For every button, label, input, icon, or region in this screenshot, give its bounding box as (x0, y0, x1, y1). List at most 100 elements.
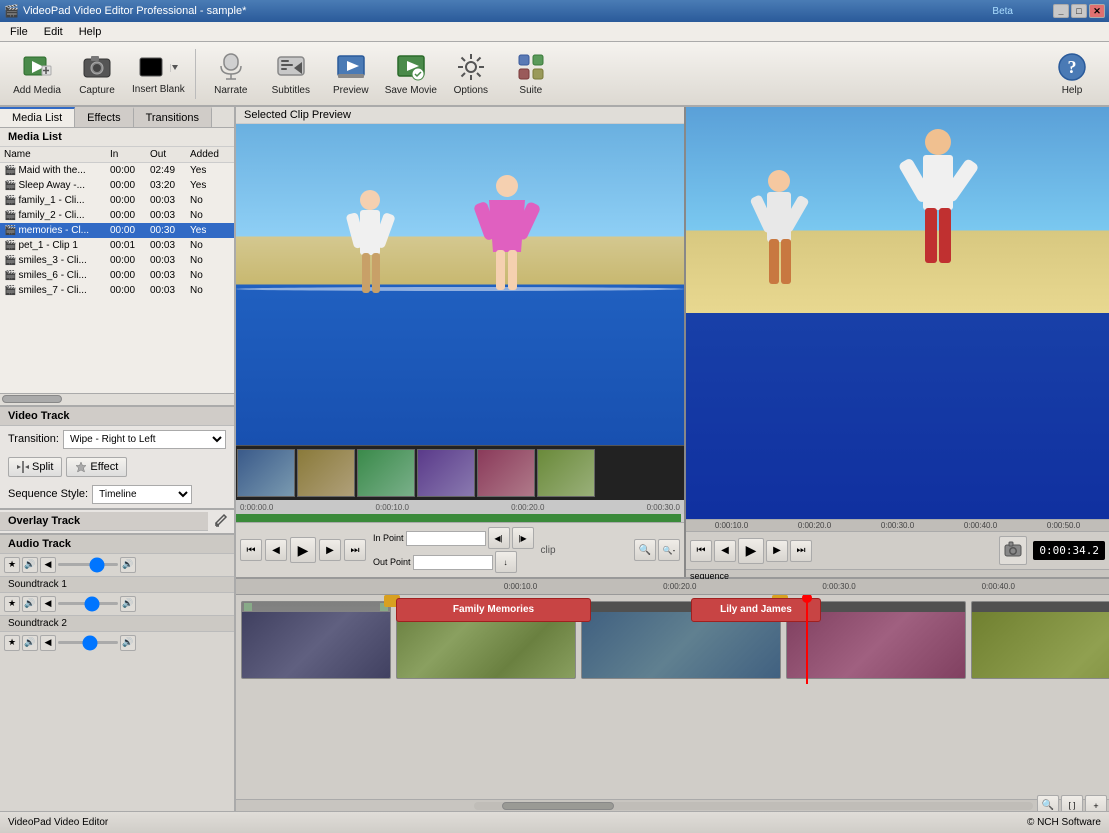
seq-skip-start-btn[interactable]: ⏮ (690, 540, 712, 562)
st1-next-btn[interactable]: 🔊 (120, 596, 136, 612)
clip-skip-end-btn[interactable]: ⏭ (344, 539, 366, 561)
out-point-input[interactable]: 0:00:30.00 (413, 555, 493, 570)
clip-prev-frame-btn[interactable]: ◀ (265, 539, 287, 561)
media-row[interactable]: 🎬 family_2 - Cli... 00:00 00:03 No (0, 208, 234, 223)
overlay-block-2[interactable]: Lily and James (691, 598, 821, 622)
media-row[interactable]: 🎬 memories - Cl... 00:00 00:30 Yes (0, 223, 234, 238)
seq-next-frame-btn[interactable]: ▶ (766, 540, 788, 562)
filmstrip-thumb-3 (357, 449, 415, 497)
audio-volume-slider[interactable] (58, 563, 118, 566)
st1-star-btn[interactable]: ★ (4, 596, 20, 612)
overlay-block-1[interactable]: Family Memories (396, 598, 591, 622)
preview-button[interactable]: Preview (322, 46, 380, 101)
timeline-zoom-out-btn[interactable]: 🔍 (1037, 795, 1059, 812)
preview-area: Selected Clip Preview (236, 107, 1109, 577)
sequence-style-select[interactable]: Timeline Storyboard (92, 485, 192, 504)
tl-clip-1[interactable] (241, 601, 391, 679)
in-point-input[interactable]: 0:00:00.00 (406, 531, 486, 546)
menu-file[interactable]: File (2, 24, 36, 40)
media-row[interactable]: 🎬 smiles_3 - Cli... 00:00 00:03 No (0, 253, 234, 268)
media-row[interactable]: 🎬 family_1 - Cli... 00:00 00:03 No (0, 193, 234, 208)
minimize-button[interactable]: _ (1053, 4, 1069, 18)
set-in-btn[interactable]: ◀| (488, 527, 510, 549)
st2-mute-btn[interactable]: 🔊 (22, 635, 38, 651)
timeline-zoom-reset-btn[interactable]: [ ] (1061, 795, 1083, 812)
capture-button[interactable]: Capture (68, 46, 126, 101)
media-row[interactable]: 🎬 smiles_7 - Cli... 00:00 00:03 No (0, 283, 234, 298)
boy2 (898, 128, 978, 291)
audio-star-btn[interactable]: ★ (4, 557, 20, 573)
in-out-area: In Point 0:00:00.00 ◀| |▶ Out Point 0:00… (373, 527, 534, 573)
soundtrack-1-controls: ★ 🔊 ◀ 🔊 (0, 593, 234, 615)
timeline-scrollbar[interactable]: 🔍 [ ] + (236, 799, 1109, 811)
add-media-button[interactable]: Add Media (8, 46, 66, 101)
media-list-scrollbar[interactable] (0, 393, 234, 405)
timeline-zoom-in-btn[interactable]: + (1085, 795, 1107, 812)
zoom-in-btn[interactable]: 🔍 (634, 539, 656, 561)
right-area: Selected Clip Preview (236, 107, 1109, 811)
menu-edit[interactable]: Edit (36, 24, 71, 40)
add-to-seq-btn[interactable]: ↓ (495, 551, 517, 573)
split-button[interactable]: Split (8, 457, 62, 477)
video-track-label: Video Track (0, 407, 234, 426)
media-row[interactable]: 🎬 smiles_6 - Cli... 00:00 00:03 No (0, 268, 234, 283)
overlay-edit-icon[interactable] (208, 510, 234, 533)
suite-button[interactable]: Suite (502, 46, 560, 101)
toolbar-separator-1 (195, 49, 196, 99)
options-button[interactable]: Options (442, 46, 500, 101)
scrollbar-track[interactable] (474, 802, 1033, 810)
subtitles-icon (275, 51, 307, 83)
narrate-button[interactable]: Narrate (202, 46, 260, 101)
subtitles-button[interactable]: Subtitles (262, 46, 320, 101)
clip-next-frame-btn[interactable]: ▶ (319, 539, 341, 561)
snapshot-btn[interactable] (999, 536, 1027, 565)
tab-transitions[interactable]: Transitions (134, 107, 212, 127)
transition-select[interactable]: Wipe - Right to Left None Fade Dissolve (63, 430, 226, 449)
maximize-button[interactable]: □ (1071, 4, 1087, 18)
media-row[interactable]: 🎬 Maid with the... 00:00 02:49 Yes (0, 163, 234, 178)
filmstrip-thumb-6 (537, 449, 595, 497)
clip-progress-marker (681, 514, 684, 522)
insert-blank-button[interactable]: Insert Blank (128, 46, 189, 101)
menu-help[interactable]: Help (71, 24, 110, 40)
toolbar: Add Media Capture Insert Blan (0, 42, 1109, 107)
status-right: © NCH Software (1027, 817, 1101, 828)
seq-play-btn[interactable]: ▶ (738, 538, 764, 564)
effect-button[interactable]: Effect (66, 457, 127, 477)
help-button[interactable]: ? Help (1043, 46, 1101, 101)
st1-volume-slider[interactable] (58, 602, 118, 605)
close-button[interactable]: ✕ (1089, 4, 1105, 18)
st1-prev-btn[interactable]: ◀ (40, 596, 56, 612)
track-buttons-row: Split Effect (0, 453, 234, 481)
tab-effects[interactable]: Effects (75, 107, 133, 127)
audio-next-btn[interactable]: 🔊 (120, 557, 136, 573)
seq-skip-end-btn[interactable]: ⏭ (790, 540, 812, 562)
st1-mute-btn[interactable]: 🔊 (22, 596, 38, 612)
clip-skip-start-btn[interactable]: ⏮ (240, 539, 262, 561)
tl-clip-5[interactable] (971, 601, 1109, 679)
sequence-controls: ⏮ ◀ ▶ ▶ ⏭ 0:00:34.2 (686, 531, 1109, 569)
soundtrack-2-label: Soundtrack 2 (0, 615, 234, 632)
scrollbar-thumb[interactable] (2, 395, 62, 403)
st2-volume-slider[interactable] (58, 641, 118, 644)
audio-prev-btn[interactable]: ◀ (40, 557, 56, 573)
filmstrip-thumb-4 (417, 449, 475, 497)
st2-star-btn[interactable]: ★ (4, 635, 20, 651)
media-row[interactable]: 🎬 pet_1 - Clip 1 00:01 00:03 No (0, 238, 234, 253)
clip-preview-label: Selected Clip Preview (236, 107, 684, 124)
zoom-out-btn[interactable]: 🔍- (658, 539, 680, 561)
audio-mute-btn[interactable]: 🔊 (22, 557, 38, 573)
goto-in-btn[interactable]: |▶ (512, 527, 534, 549)
st2-prev-btn[interactable]: ◀ (40, 635, 56, 651)
clip-label: clip (541, 545, 556, 556)
st2-next-btn[interactable]: 🔊 (120, 635, 136, 651)
tab-media-list[interactable]: Media List (0, 107, 75, 127)
seq-prev-frame-btn[interactable]: ◀ (714, 540, 736, 562)
scrollbar-thumb[interactable] (502, 802, 614, 810)
save-movie-button[interactable]: Save Movie (382, 46, 440, 101)
svg-text:?: ? (1068, 57, 1077, 77)
media-row[interactable]: 🎬 Sleep Away -... 00:00 03:20 Yes (0, 178, 234, 193)
title-bar-controls: _ □ ✕ (1053, 4, 1105, 18)
clip-play-btn[interactable]: ▶ (290, 537, 316, 563)
insert-blank-icon (137, 52, 169, 84)
